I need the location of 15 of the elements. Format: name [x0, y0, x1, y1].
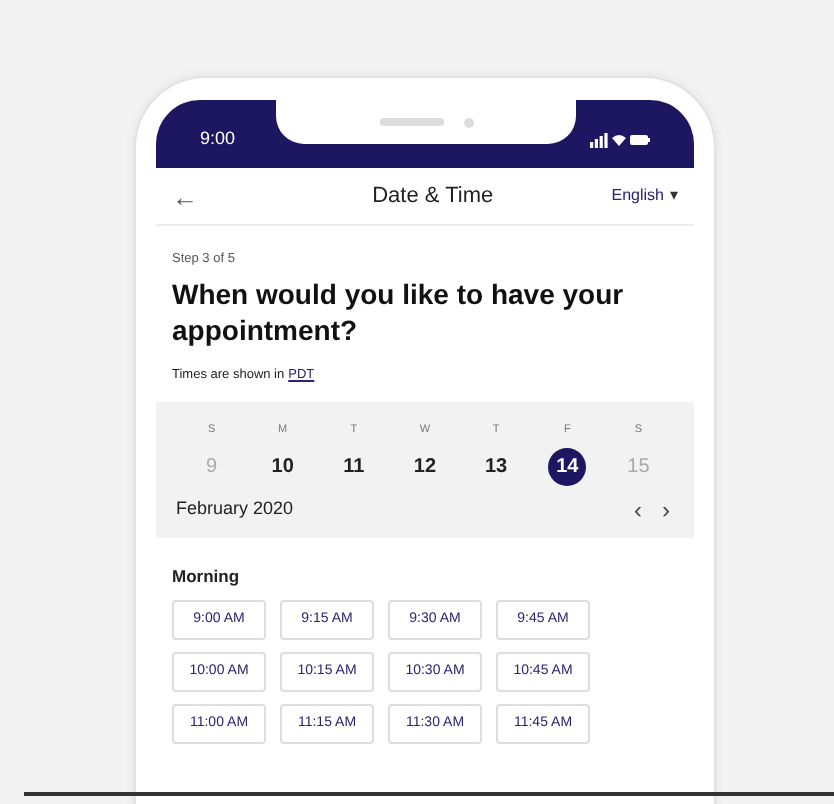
status-time: 9:00 [200, 126, 236, 153]
date-button[interactable]: 10 [263, 447, 302, 486]
question-heading: When would you like to have your appointment? [172, 275, 626, 348]
date-button[interactable]: 14 [548, 447, 587, 486]
date-button[interactable]: 13 [477, 447, 516, 486]
signal-wifi-battery-icon [590, 132, 650, 148]
month-label: February 2020 [176, 495, 294, 522]
page-title: Date & Time [372, 181, 494, 212]
previous-month-button[interactable]: ‹ [634, 497, 642, 521]
next-month-button[interactable]: › [662, 497, 670, 521]
back-button[interactable]: ← [172, 183, 198, 209]
date-button[interactable]: 11 [334, 447, 373, 486]
language-dropdown[interactable]: English ▾ [611, 184, 678, 208]
date-button[interactable]: 12 [405, 447, 444, 486]
section-title: Morning [172, 564, 242, 590]
